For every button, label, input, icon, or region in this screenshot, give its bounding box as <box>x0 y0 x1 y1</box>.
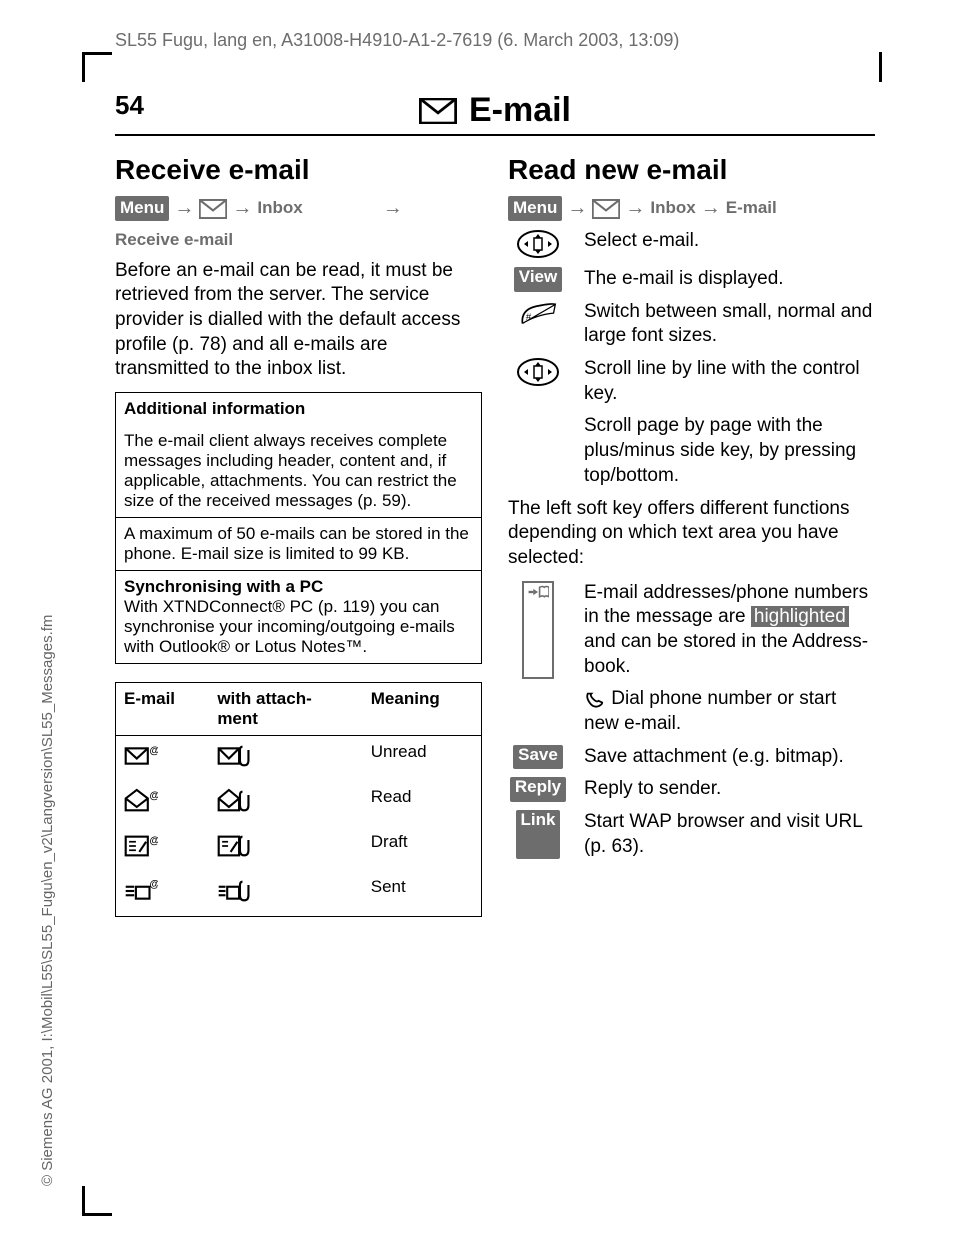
table-row: @ Unread <box>116 736 482 782</box>
draft-attach-icon <box>217 832 251 860</box>
svg-text:@: @ <box>150 746 159 757</box>
addr-desc: E-mail addresses/phone numbers in the me… <box>584 581 875 680</box>
meaning-draft: Draft <box>363 826 482 871</box>
dial-desc: Dial phone number or start new e-mail. <box>584 687 875 736</box>
table-row: @ Draft <box>116 826 482 871</box>
svg-text:@: @ <box>150 836 159 847</box>
save-key: Save <box>513 745 563 770</box>
running-header: SL55 Fugu, lang en, A31008-H4910-A1-2-76… <box>115 30 679 51</box>
svg-text:@: @ <box>150 791 159 802</box>
nav-inbox: Inbox <box>650 196 695 221</box>
menu-key: Menu <box>508 196 562 221</box>
nav-path-receive: Menu → → Inbox → Receive e-mail <box>115 194 482 253</box>
save-desc: Save attachment (e.g. bitmap). <box>584 745 875 770</box>
unread-email-icon: @ <box>124 742 158 770</box>
step-scroll-line: Scroll line by line with the control key… <box>584 357 875 406</box>
svg-text:@: @ <box>150 879 159 890</box>
control-key-icon <box>516 229 560 259</box>
sync-paragraph: With XTNDConnect® PC (p. 119) you can sy… <box>124 597 455 656</box>
step-view: The e-mail is displayed. <box>584 267 875 292</box>
nav-receive: Receive e-mail <box>115 228 233 253</box>
hash-key-icon: # <box>519 300 557 328</box>
envelope-icon <box>592 199 620 219</box>
envelope-icon <box>419 98 457 124</box>
info-heading: Additional information <box>124 399 305 418</box>
highlighted-label: highlighted <box>751 606 849 627</box>
svg-text:#: # <box>526 312 532 323</box>
sync-heading: Synchronising with a PC <box>124 577 323 596</box>
email-icons-table: E-mail with attach- ment Meaning @ Unrea… <box>115 682 482 917</box>
table-row: @ Read <box>116 781 482 826</box>
table-row: @ Sent <box>116 871 482 917</box>
handset-icon <box>584 690 606 708</box>
sent-email-icon: @ <box>124 877 158 905</box>
view-key: View <box>514 267 562 292</box>
menu-key: Menu <box>115 196 169 221</box>
info-paragraph-2: A maximum of 50 e-mails can be stored in… <box>116 518 481 571</box>
reply-key: Reply <box>510 777 566 802</box>
read-attach-icon <box>217 787 251 815</box>
unread-attach-icon <box>217 742 251 770</box>
arrow-icon: → <box>567 194 587 223</box>
col-meaning: Meaning <box>363 683 482 736</box>
step-font: Switch between small, normal and large f… <box>584 300 875 349</box>
step-scroll-page: Scroll page by page with the plus/minus … <box>584 414 875 488</box>
col-attach: with attach- ment <box>209 683 362 736</box>
nav-email: E-mail <box>726 196 777 221</box>
section-read-heading: Read new e-mail <box>508 154 875 186</box>
link-key: Link <box>516 810 561 859</box>
reply-desc: Reply to sender. <box>584 777 875 802</box>
meaning-sent: Sent <box>363 871 482 917</box>
arrow-icon: → <box>701 194 721 223</box>
step-select: Select e-mail. <box>584 229 875 259</box>
sent-attach-icon <box>217 877 251 905</box>
info-paragraph-1: The e-mail client always receives comple… <box>116 425 481 518</box>
page-title: E-mail <box>469 91 571 130</box>
side-copyright: © Siemens AG 2001, I:\Mobil\L55\SL55_Fug… <box>39 615 56 1186</box>
col-email: E-mail <box>116 683 210 736</box>
arrow-icon: → <box>383 194 403 223</box>
draft-email-icon: @ <box>124 832 158 860</box>
page-number: 54 <box>115 90 144 120</box>
nav-inbox: Inbox <box>257 196 302 221</box>
meaning-unread: Unread <box>363 736 482 782</box>
arrow-icon: → <box>232 194 252 223</box>
nav-path-read: Menu → → Inbox → E-mail <box>508 194 875 223</box>
receive-paragraph: Before an e-mail can be read, it must be… <box>115 259 482 382</box>
arrow-icon: → <box>174 194 194 223</box>
envelope-icon <box>199 199 227 219</box>
arrow-icon: → <box>625 194 645 223</box>
softkey-paragraph: The left soft key offers different funct… <box>508 497 875 571</box>
control-key-icon <box>516 357 560 387</box>
link-desc: Start WAP browser and visit URL (p. 63). <box>584 810 875 859</box>
read-email-icon: @ <box>124 787 158 815</box>
additional-info-box: Additional information The e-mail client… <box>115 392 482 664</box>
section-receive-heading: Receive e-mail <box>115 154 482 186</box>
meaning-read: Read <box>363 781 482 826</box>
book-key-icon <box>522 581 554 680</box>
